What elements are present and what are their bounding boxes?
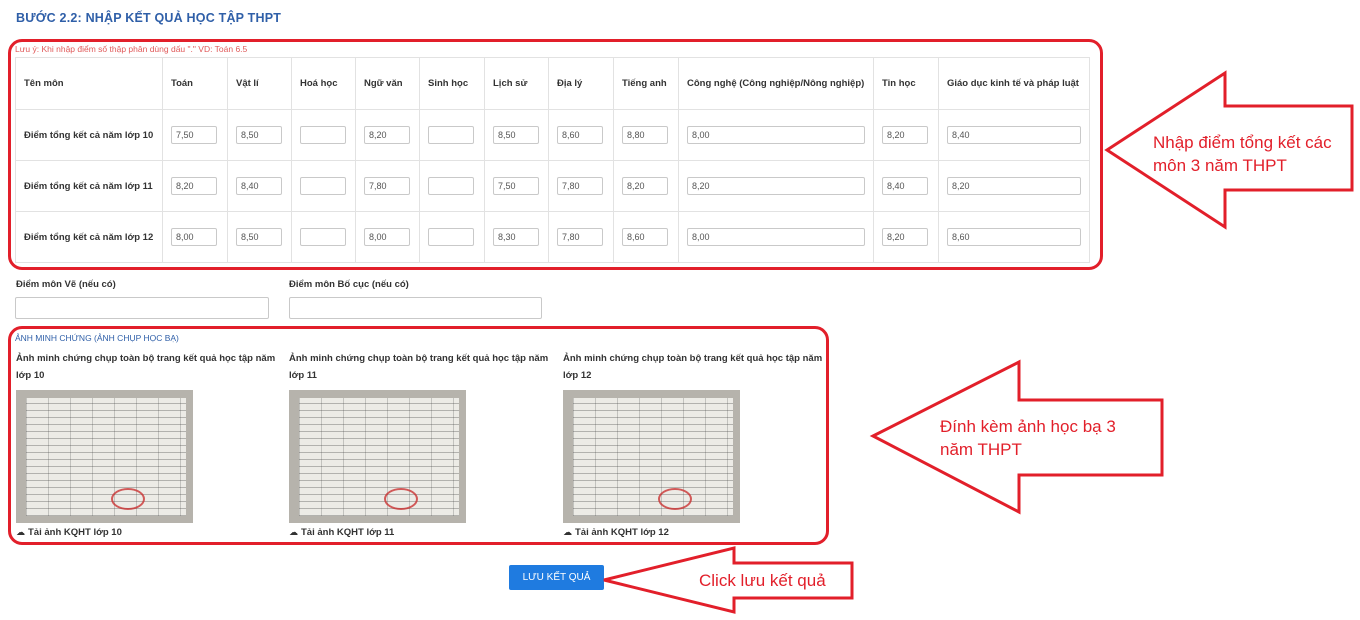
annotation-arrows bbox=[603, 70, 1354, 614]
photos-annotation-line1: Đính kèm ảnh học bạ 3 bbox=[940, 417, 1116, 436]
photos-annotation-line2: năm THPT bbox=[940, 440, 1022, 459]
scores-annotation-line1: Nhập điểm tổng kết các bbox=[1153, 133, 1332, 152]
scores-annotation-line2: môn 3 năm THPT bbox=[1153, 156, 1287, 175]
save-annotation: Click lưu kết quả bbox=[699, 571, 826, 590]
